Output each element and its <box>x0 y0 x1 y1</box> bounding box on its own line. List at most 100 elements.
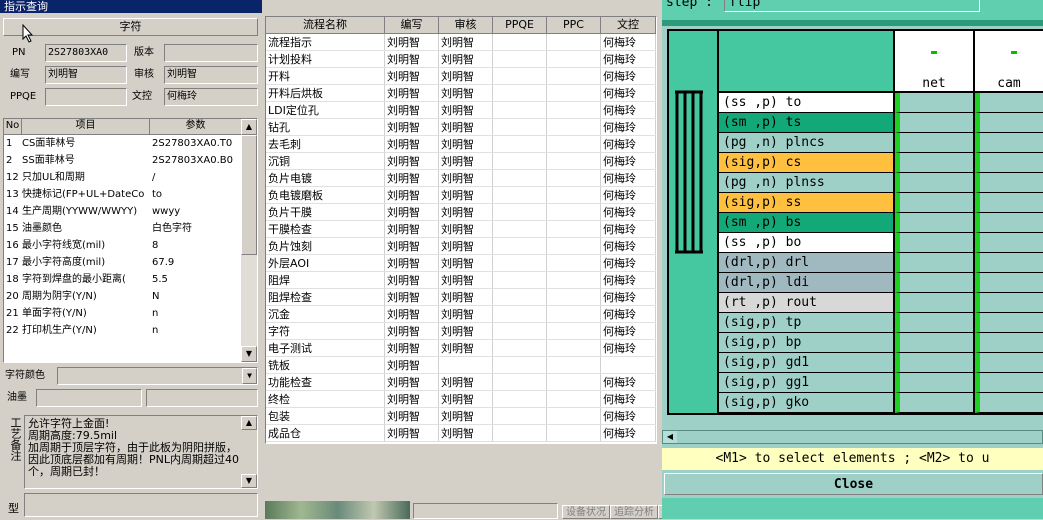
process-row[interactable]: 字符 刘明智 刘明智 何梅玲 <box>266 323 656 340</box>
layer-name[interactable]: (drl,p) ldi <box>719 273 893 293</box>
process-row[interactable]: 去毛刺 刘明智 刘明智 何梅玲 <box>266 136 656 153</box>
layer-cell-net[interactable] <box>895 173 973 193</box>
layer-row[interactable]: (ss ,p) bo <box>719 233 1043 253</box>
process-row[interactable]: 包装 刘明智 刘明智 何梅玲 <box>266 408 656 425</box>
layer-cell-net[interactable] <box>895 353 973 373</box>
process-col-ppqe[interactable]: PPQE <box>493 17 547 34</box>
process-row[interactable]: 负片蚀刻 刘明智 刘明智 何梅玲 <box>266 238 656 255</box>
layer-name[interactable]: (ss ,p) bo <box>719 233 893 253</box>
process-row[interactable]: 负片干膜 刘明智 刘明智 何梅玲 <box>266 204 656 221</box>
layer-cell-net[interactable] <box>895 373 973 393</box>
layer-cell-cam[interactable] <box>975 373 1043 393</box>
params-row[interactable]: 17 最小字符高度(mil) 67.9 <box>4 254 257 271</box>
control-field[interactable]: 何梅玲 <box>164 88 258 106</box>
layer-cell-cam[interactable] <box>975 113 1043 133</box>
layer-cell-cam[interactable] <box>975 233 1043 253</box>
scroll-down-button[interactable]: ▼ <box>241 346 257 362</box>
layer-name[interactable]: (ss ,p) to <box>719 93 893 113</box>
params-row[interactable]: 22 打印机生产(Y/N) n <box>4 322 257 339</box>
step-field[interactable]: flip <box>724 0 980 12</box>
params-row[interactable]: 18 字符到焊盘的最小距离(5.5 <box>4 271 257 288</box>
layer-name[interactable]: (pg ,n) plncs <box>719 133 893 153</box>
params-row[interactable]: 13 快捷标记(FP+UL+DateCo to <box>4 186 257 203</box>
layer-cell-cam[interactable] <box>975 133 1043 153</box>
process-col-name[interactable]: 流程名称 <box>266 17 385 34</box>
process-row[interactable]: 沉铜 刘明智 刘明智 何梅玲 <box>266 153 656 170</box>
layer-row[interactable]: (sm ,p) bs <box>719 213 1043 233</box>
params-col-no[interactable]: No <box>4 119 22 135</box>
layer-cell-cam[interactable] <box>975 173 1043 193</box>
layer-cell-cam[interactable] <box>975 253 1043 273</box>
layer-name[interactable]: (sig,p) gg1 <box>719 373 893 393</box>
params-row[interactable]: 21 单面字符(Y/N) n <box>4 305 257 322</box>
process-row[interactable]: 开料 刘明智 刘明智 何梅玲 <box>266 68 656 85</box>
ppqe-field[interactable] <box>45 88 127 106</box>
layer-cell-net[interactable] <box>895 253 973 273</box>
params-row[interactable]: 16 最小字符线宽(mil) 8 <box>4 237 257 254</box>
params-scrollbar[interactable]: ▲ ▼ <box>241 119 257 362</box>
layer-row[interactable]: (sig,p) gko <box>719 393 1043 413</box>
params-row[interactable]: 20 周期为阴字(Y/N) N <box>4 288 257 305</box>
process-row[interactable]: 阻焊检查 刘明智 刘明智 何梅玲 <box>266 289 656 306</box>
layer-name[interactable]: (pg ,n) plnss <box>719 173 893 193</box>
notes-scroll-down[interactable]: ▼ <box>241 474 257 488</box>
process-row[interactable]: 外层AOI 刘明智 刘明智 何梅玲 <box>266 255 656 272</box>
bottom-tab[interactable]: 追踪分析 <box>610 505 658 519</box>
process-row[interactable]: 阻焊 刘明智 刘明智 何梅玲 <box>266 272 656 289</box>
process-row[interactable]: 电子测试 刘明智 刘明智 何梅玲 <box>266 340 656 357</box>
layer-row[interactable]: (ss ,p) to <box>719 93 1043 113</box>
layer-cell-net[interactable] <box>895 393 973 413</box>
layer-name[interactable]: (sig,p) gd1 <box>719 353 893 373</box>
process-row[interactable]: 钻孔 刘明智 刘明智 何梅玲 <box>266 119 656 136</box>
layer-cell-net[interactable] <box>895 193 973 213</box>
writer-field[interactable]: 刘明智 <box>45 66 127 84</box>
process-row[interactable]: 沉金 刘明智 刘明智 何梅玲 <box>266 306 656 323</box>
layer-cell-cam[interactable] <box>975 353 1043 373</box>
layer-cell-net[interactable] <box>895 213 973 233</box>
params-row[interactable]: 14 生产周期(YYWW/WWYY) wwyy <box>4 203 257 220</box>
process-row[interactable]: 铣板 刘明智 <box>266 357 656 374</box>
column-header-net[interactable]: net <box>895 31 973 91</box>
layer-cell-net[interactable] <box>895 233 973 253</box>
column-header-cam[interactable]: cam <box>975 31 1043 91</box>
layer-row[interactable]: (drl,p) drl <box>719 253 1043 273</box>
layer-cell-net[interactable] <box>895 313 973 333</box>
layer-name[interactable]: (sig,p) ss <box>719 193 893 213</box>
layer-row[interactable]: (sm ,p) ts <box>719 113 1043 133</box>
layer-cell-net[interactable] <box>895 333 973 353</box>
close-button[interactable]: Close <box>664 473 1043 495</box>
layer-cell-net[interactable] <box>895 293 973 313</box>
layer-cell-net[interactable] <box>895 93 973 113</box>
pn-field[interactable]: 2S27803XA0 <box>45 44 127 62</box>
layer-cell-net[interactable] <box>895 113 973 133</box>
layer-cell-cam[interactable] <box>975 393 1043 413</box>
layer-row[interactable]: (sig,p) bp <box>719 333 1043 353</box>
hscroll-left-button[interactable]: ◀ <box>663 431 677 443</box>
layer-cell-cam[interactable] <box>975 293 1043 313</box>
process-col-control[interactable]: 文控 <box>601 17 656 34</box>
notes-textarea[interactable]: 允许字符上金面! 周期高度:79.5mil 加周期于顶层字符，由于此板为阴阳拼版… <box>24 415 258 489</box>
ink-field-2[interactable] <box>146 389 258 407</box>
layer-cell-cam[interactable] <box>975 93 1043 113</box>
process-row[interactable]: 成品仓 刘明智 刘明智 何梅玲 <box>266 425 656 442</box>
process-col-writer[interactable]: 编写 <box>385 17 439 34</box>
process-col-reviewer[interactable]: 审核 <box>439 17 493 34</box>
process-col-ppc[interactable]: PPC <box>547 17 601 34</box>
layer-row[interactable]: (pg ,n) plncs <box>719 133 1043 153</box>
layer-cell-net[interactable] <box>895 153 973 173</box>
layer-name[interactable]: (sig,p) tp <box>719 313 893 333</box>
layer-row[interactable]: (drl,p) ldi <box>719 273 1043 293</box>
ink-field-1[interactable] <box>36 389 142 407</box>
layer-name[interactable]: (sm ,p) ts <box>719 113 893 133</box>
process-row[interactable]: 流程指示 刘明智 刘明智 何梅玲 <box>266 34 656 51</box>
params-row[interactable]: 12 只加UL和周期 / <box>4 169 257 186</box>
process-row[interactable]: 干膜检查 刘明智 刘明智 何梅玲 <box>266 221 656 238</box>
layer-name[interactable]: (sm ,p) bs <box>719 213 893 233</box>
process-row[interactable]: 终检 刘明智 刘明智 何梅玲 <box>266 391 656 408</box>
layer-name[interactable]: (sig,p) bp <box>719 333 893 353</box>
layer-cell-cam[interactable] <box>975 193 1043 213</box>
layer-cell-cam[interactable] <box>975 313 1043 333</box>
params-col-item[interactable]: 项目 <box>22 119 150 135</box>
process-row[interactable]: 计划投料 刘明智 刘明智 何梅玲 <box>266 51 656 68</box>
layer-name[interactable]: (drl,p) drl <box>719 253 893 273</box>
